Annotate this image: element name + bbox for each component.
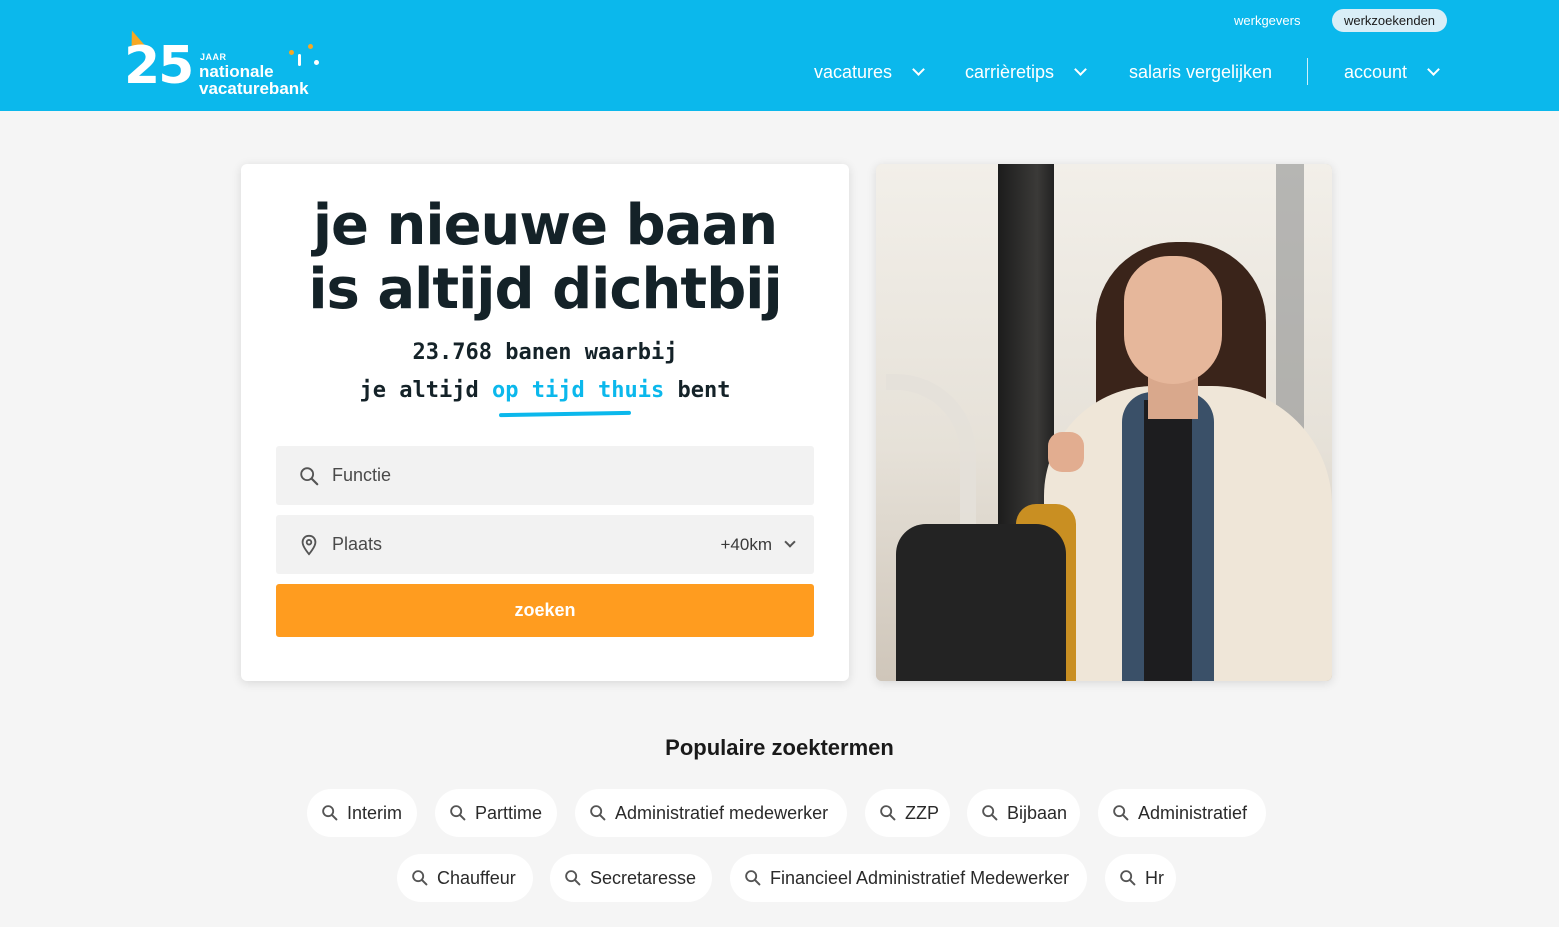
nav-vacatures-label: vacatures: [814, 61, 893, 82]
chevron-down-icon: [784, 536, 796, 548]
nav-salaris-vergelijken[interactable]: salaris vergelijken: [1129, 60, 1272, 84]
logo-line-1: nationale: [199, 62, 274, 81]
popular-term-chip[interactable]: Interim: [307, 789, 417, 837]
logo-number: 25: [124, 36, 194, 96]
popular-term-label: Hr: [1145, 867, 1164, 888]
photo-hand: [1048, 432, 1084, 472]
hero-tagline-2: je altijd op tijd thuis bent: [241, 378, 849, 403]
confetti-icon: [289, 50, 294, 55]
radius-value: +40km: [720, 534, 773, 554]
popular-term-label: Parttime: [475, 802, 543, 823]
radius-select[interactable]: +40km: [720, 515, 796, 574]
location-pin-icon: [301, 534, 317, 556]
functie-input[interactable]: [332, 465, 672, 486]
search-button[interactable]: zoeken: [276, 584, 814, 637]
popular-term-chip[interactable]: Bijbaan: [967, 789, 1080, 837]
nav-divider: [1307, 58, 1308, 85]
popular-term-label: ZZP: [905, 802, 939, 823]
nav-carrieretips-label: carrièretips: [965, 61, 1055, 82]
search-card: je nieuwe baan is altijd dichtbij 23.768…: [241, 164, 849, 681]
hero-headline-line-1: je nieuwe baan: [312, 193, 778, 258]
confetti-icon: [298, 54, 301, 66]
popular-term-chip[interactable]: Chauffeur: [397, 854, 533, 902]
nav-vacatures[interactable]: vacatures: [814, 60, 925, 84]
plaats-input[interactable]: [332, 534, 672, 555]
hero-headline-line-2: is altijd dichtbij: [308, 257, 782, 322]
popular-term-label: Administratief: [1138, 802, 1248, 823]
search-icon: [590, 805, 606, 821]
photo-seat: [896, 524, 1066, 681]
tagline-part-b: bent: [677, 378, 731, 403]
search-icon: [745, 870, 761, 886]
search-icon: [1120, 870, 1136, 886]
popular-term-label: Administratief medewerker: [615, 802, 829, 823]
search-icon: [322, 805, 338, 821]
hero-photo: [876, 164, 1332, 681]
popular-term-label: Financieel Administratief Medewerker: [770, 867, 1070, 888]
popular-term-label: Chauffeur: [437, 867, 516, 888]
search-icon: [450, 805, 466, 821]
werkzoekenden-link[interactable]: werkzoekenden: [1332, 9, 1447, 32]
popular-searches-title: Populaire zoektermen: [665, 735, 894, 760]
popular-term-chip[interactable]: Secretaresse: [550, 854, 712, 902]
search-icon: [565, 870, 581, 886]
logo-jaar: JAAR: [200, 52, 227, 62]
tagline-highlight: op tijd thuis: [492, 378, 665, 403]
search-icon: [300, 466, 319, 485]
search-icon: [982, 805, 998, 821]
popular-term-chip[interactable]: Administratief medewerker: [575, 789, 847, 837]
search-icon: [412, 870, 428, 886]
site-header: 25 JAAR nationale vacaturebank werkgever…: [0, 0, 1559, 111]
nav-salaris-label: salaris vergelijken: [1129, 61, 1273, 82]
confetti-icon: [314, 60, 319, 65]
werkgevers-link[interactable]: werkgevers: [1234, 9, 1300, 32]
popular-term-label: Secretaresse: [590, 867, 697, 888]
popular-term-chip[interactable]: Parttime: [435, 789, 557, 837]
chevron-down-icon: [1074, 63, 1087, 76]
tagline-part-a: je altijd: [359, 378, 479, 403]
nav-account-label: account: [1344, 61, 1408, 82]
popular-term-chip[interactable]: ZZP: [865, 789, 950, 837]
popular-term-label: Interim: [347, 802, 403, 823]
nav-account[interactable]: account: [1344, 60, 1440, 84]
search-icon: [880, 805, 896, 821]
popular-term-label: Bijbaan: [1007, 802, 1068, 823]
popular-term-chip[interactable]: Hr: [1105, 854, 1176, 902]
functie-field[interactable]: [276, 446, 814, 505]
photo-face: [1124, 256, 1222, 384]
hero-headline: je nieuwe baan is altijd dichtbij: [241, 194, 849, 322]
search-icon: [1113, 805, 1129, 821]
logo-line-2: vacaturebank: [199, 79, 309, 98]
hero-tagline-1: 23.768 banen waarbij: [412, 340, 678, 365]
photo-shirt: [1144, 400, 1192, 681]
chevron-down-icon: [1427, 63, 1440, 76]
nationale-vacaturebank-logo[interactable]: 25 JAAR nationale vacaturebank: [124, 28, 329, 100]
plaats-field[interactable]: +40km: [276, 515, 814, 574]
tagline-underline: [498, 410, 632, 418]
nav-carrieretips[interactable]: carrièretips: [965, 60, 1087, 84]
chevron-down-icon: [912, 63, 925, 76]
popular-term-chip[interactable]: Administratief: [1098, 789, 1266, 837]
popular-term-chip[interactable]: Financieel Administratief Medewerker: [730, 854, 1087, 902]
confetti-icon: [308, 44, 313, 49]
